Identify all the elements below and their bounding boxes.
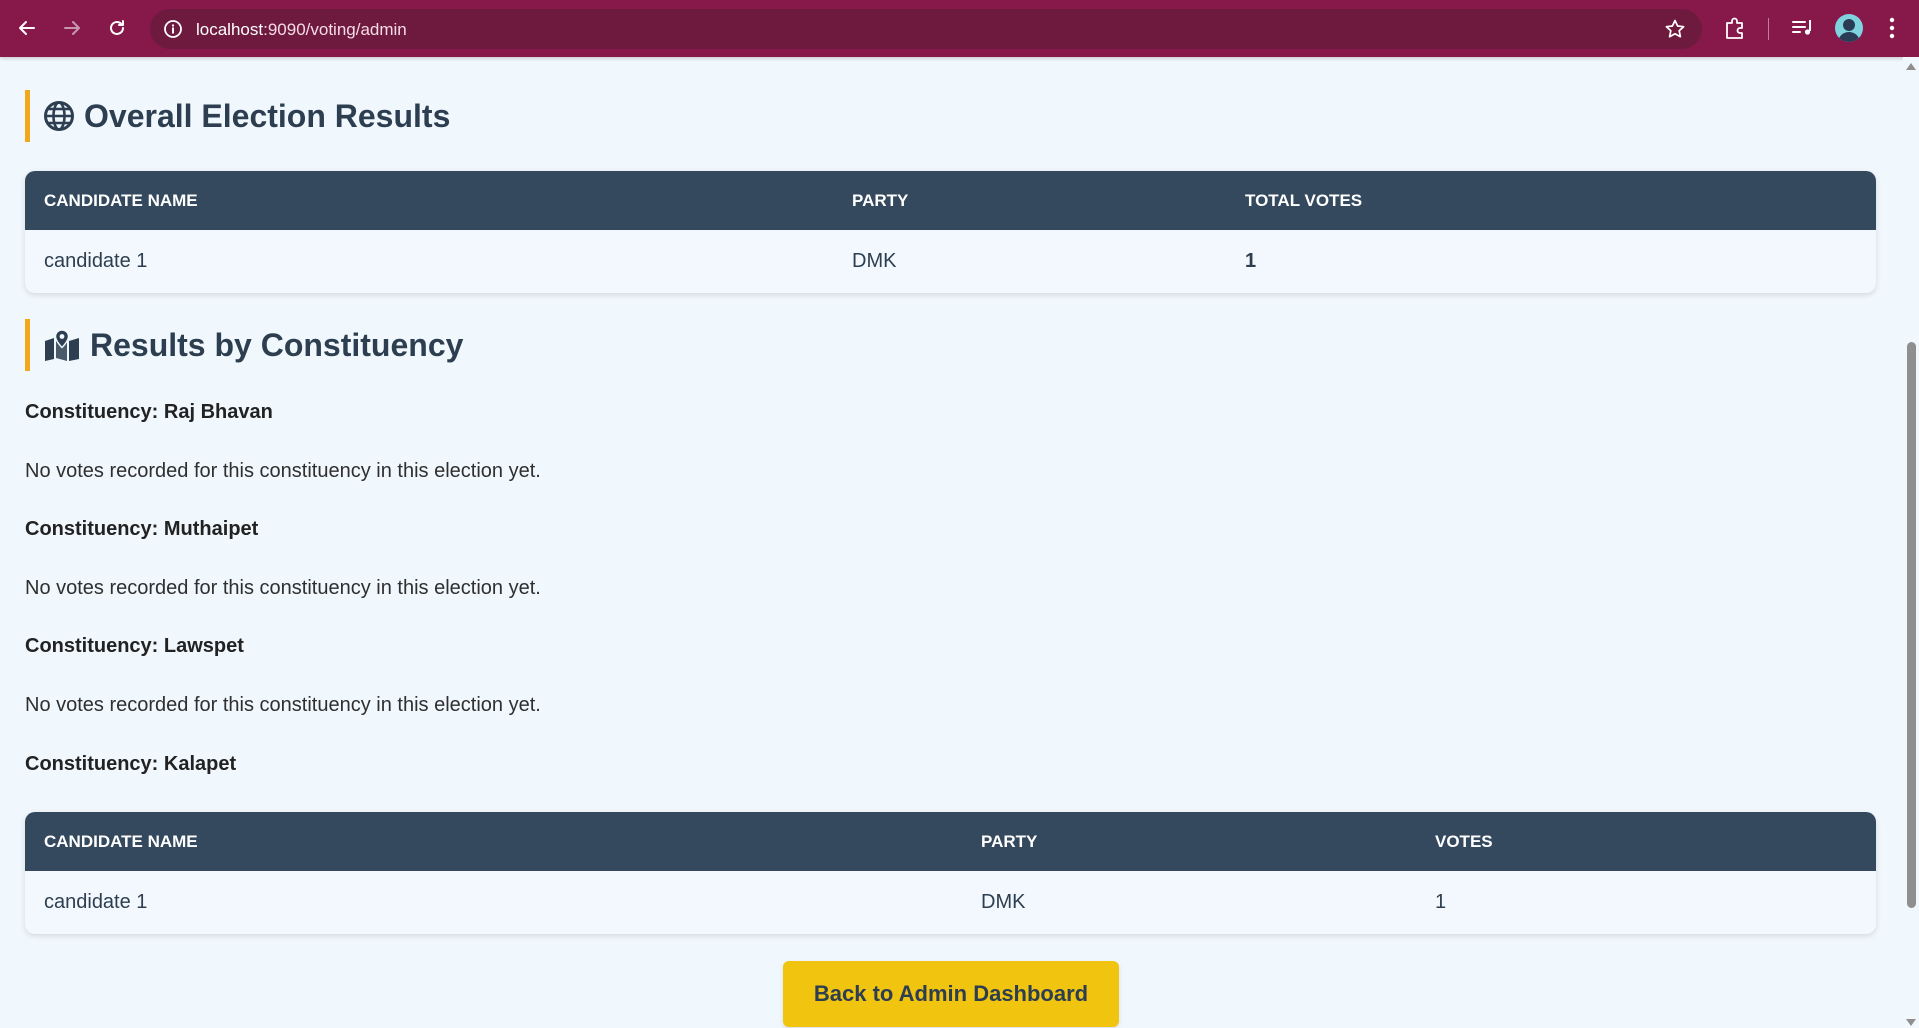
no-votes-message: No votes recorded for this constituency … [25,577,541,599]
scroll-down-arrow-icon[interactable] [1906,1019,1916,1026]
overall-results-title: Overall Election Results [84,97,451,134]
column-header-votes: VOTES [1416,812,1876,871]
page-scrollbar[interactable] [1903,57,1919,1028]
table-header-row: CANDIDATE NAME PARTY VOTES [25,812,1876,871]
no-votes-message: No votes recorded for this constituency … [25,460,541,482]
back-to-dashboard-button[interactable]: Back to Admin Dashboard [783,961,1119,1027]
constituency-results-heading: Results by Constituency [25,319,463,371]
extensions-icon[interactable] [1721,14,1749,42]
no-votes-message: No votes recorded for this constituency … [25,694,541,716]
address-bar[interactable]: localhost:9090/voting/admin [150,9,1702,49]
constituency-label-muthaipet: Constituency: Muthaipet [25,518,259,540]
column-header-total-votes: TOTAL VOTES [1226,171,1876,230]
scrollbar-thumb[interactable] [1907,342,1916,908]
media-controls-icon[interactable] [1790,15,1816,41]
forward-arrow-icon[interactable] [54,10,90,46]
reload-icon[interactable] [99,10,135,46]
candidate-name-cell: candidate 1 [44,250,148,272]
url-text: localhost:9090/voting/admin [196,20,407,40]
scroll-up-arrow-icon[interactable] [1906,63,1916,70]
url-host: localhost [196,20,264,39]
bookmark-star-icon[interactable] [1664,18,1686,40]
table-header-row: CANDIDATE NAME PARTY TOTAL VOTES [25,171,1876,230]
column-header-party: PARTY [833,171,1226,230]
votes-cell: 1 [1435,891,1447,913]
kalapet-results-table: CANDIDATE NAME PARTY VOTES candidate 1 D… [25,812,1876,934]
party-cell: DMK [852,250,897,272]
column-header-candidate: CANDIDATE NAME [25,812,962,871]
back-arrow-icon[interactable] [9,10,45,46]
browser-toolbar: localhost:9090/voting/admin [0,0,1919,57]
overall-results-table: CANDIDATE NAME PARTY TOTAL VOTES candida… [25,171,1876,293]
kebab-menu-icon[interactable] [1882,15,1902,41]
candidate-name-cell: candidate 1 [44,891,148,913]
site-info-icon[interactable] [163,19,183,39]
constituency-results-title: Results by Constituency [90,326,464,363]
constituency-label-kalapet: Constituency: Kalapet [25,753,237,775]
profile-avatar[interactable] [1835,14,1863,42]
party-cell: DMK [981,891,1026,913]
column-header-candidate: CANDIDATE NAME [25,171,833,230]
constituency-label-raj-bhavan: Constituency: Raj Bhavan [25,401,273,423]
constituency-label-lawspet: Constituency: Lawspet [25,635,244,657]
globe-icon [43,100,75,132]
column-header-party: PARTY [962,812,1416,871]
map-marked-icon [43,329,81,361]
total-votes-cell: 1 [1245,250,1257,272]
table-row: candidate 1 DMK 1 [25,230,1876,293]
table-row: candidate 1 DMK 1 [25,871,1876,934]
overall-results-heading: Overall Election Results [25,90,450,142]
url-path: :9090/voting/admin [263,20,407,39]
toolbar-divider [1768,18,1769,40]
results-page: Overall Election Results CANDIDATE NAME … [0,57,1903,1028]
